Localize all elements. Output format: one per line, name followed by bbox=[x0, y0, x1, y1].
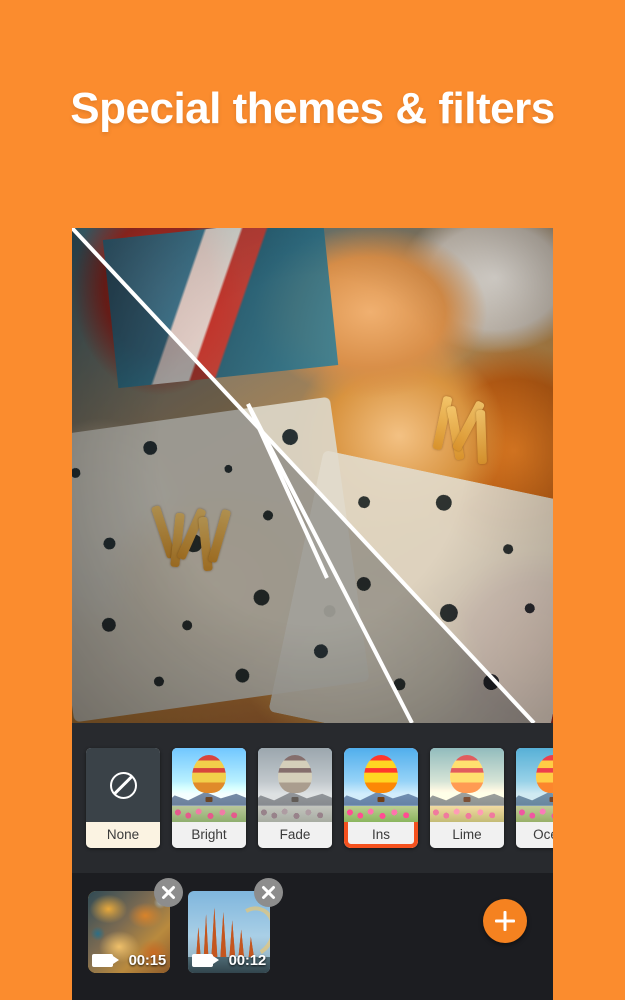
filter-label: Ocean bbox=[516, 822, 553, 848]
filter-label: Lime bbox=[430, 822, 504, 848]
hot-air-balloon-icon bbox=[278, 755, 312, 803]
clip-close-button[interactable] bbox=[154, 878, 183, 907]
filter-tile-fade[interactable]: Fade bbox=[258, 748, 332, 848]
no-filter-icon bbox=[109, 771, 137, 799]
preview-photo bbox=[72, 228, 553, 723]
clip-duration: 00:12 bbox=[228, 952, 267, 969]
filter-tile-lime[interactable]: Lime bbox=[430, 748, 504, 848]
hot-air-balloon-icon bbox=[450, 755, 484, 803]
filter-thumb-none bbox=[86, 748, 160, 822]
filter-label: Bright bbox=[172, 822, 246, 848]
filter-tile-none[interactable]: None bbox=[86, 748, 160, 848]
filter-tile-ocean[interactable]: Ocean bbox=[516, 748, 553, 848]
video-camera-icon bbox=[92, 954, 119, 967]
filter-thumb-ocean bbox=[516, 748, 553, 822]
filter-tile-ins[interactable]: Ins bbox=[344, 748, 418, 848]
page-title: Special themes & filters bbox=[70, 84, 555, 133]
filter-thumb-fade bbox=[258, 748, 332, 822]
add-clip-button[interactable] bbox=[483, 899, 527, 943]
hot-air-balloon-icon bbox=[536, 755, 553, 803]
plus-icon bbox=[495, 911, 515, 931]
filter-thumb-bright bbox=[172, 748, 246, 822]
close-icon bbox=[262, 886, 275, 899]
hot-air-balloon-icon bbox=[364, 755, 398, 803]
clip-close-button[interactable] bbox=[254, 878, 283, 907]
filter-thumb-ins bbox=[344, 748, 418, 822]
clip-timeline[interactable]: 00:15 00:12 bbox=[72, 873, 553, 1000]
clip-duration: 00:15 bbox=[128, 952, 167, 969]
filter-tile-bright[interactable]: Bright bbox=[172, 748, 246, 848]
filter-label: None bbox=[86, 822, 160, 848]
timeline-clip[interactable]: 00:15 bbox=[88, 878, 183, 973]
filter-thumb-lime bbox=[430, 748, 504, 822]
app-frame: None Bright Fade Ins Lime Oc 00:15 00:12 bbox=[72, 228, 553, 1000]
video-camera-icon bbox=[192, 954, 219, 967]
close-icon bbox=[162, 886, 175, 899]
hot-air-balloon-icon bbox=[192, 755, 226, 803]
video-preview[interactable] bbox=[72, 228, 553, 723]
timeline-clip[interactable]: 00:12 bbox=[188, 878, 283, 973]
filter-label: Ins bbox=[344, 822, 418, 848]
filter-strip[interactable]: None Bright Fade Ins Lime Oc bbox=[72, 723, 553, 873]
filter-label: Fade bbox=[258, 822, 332, 848]
